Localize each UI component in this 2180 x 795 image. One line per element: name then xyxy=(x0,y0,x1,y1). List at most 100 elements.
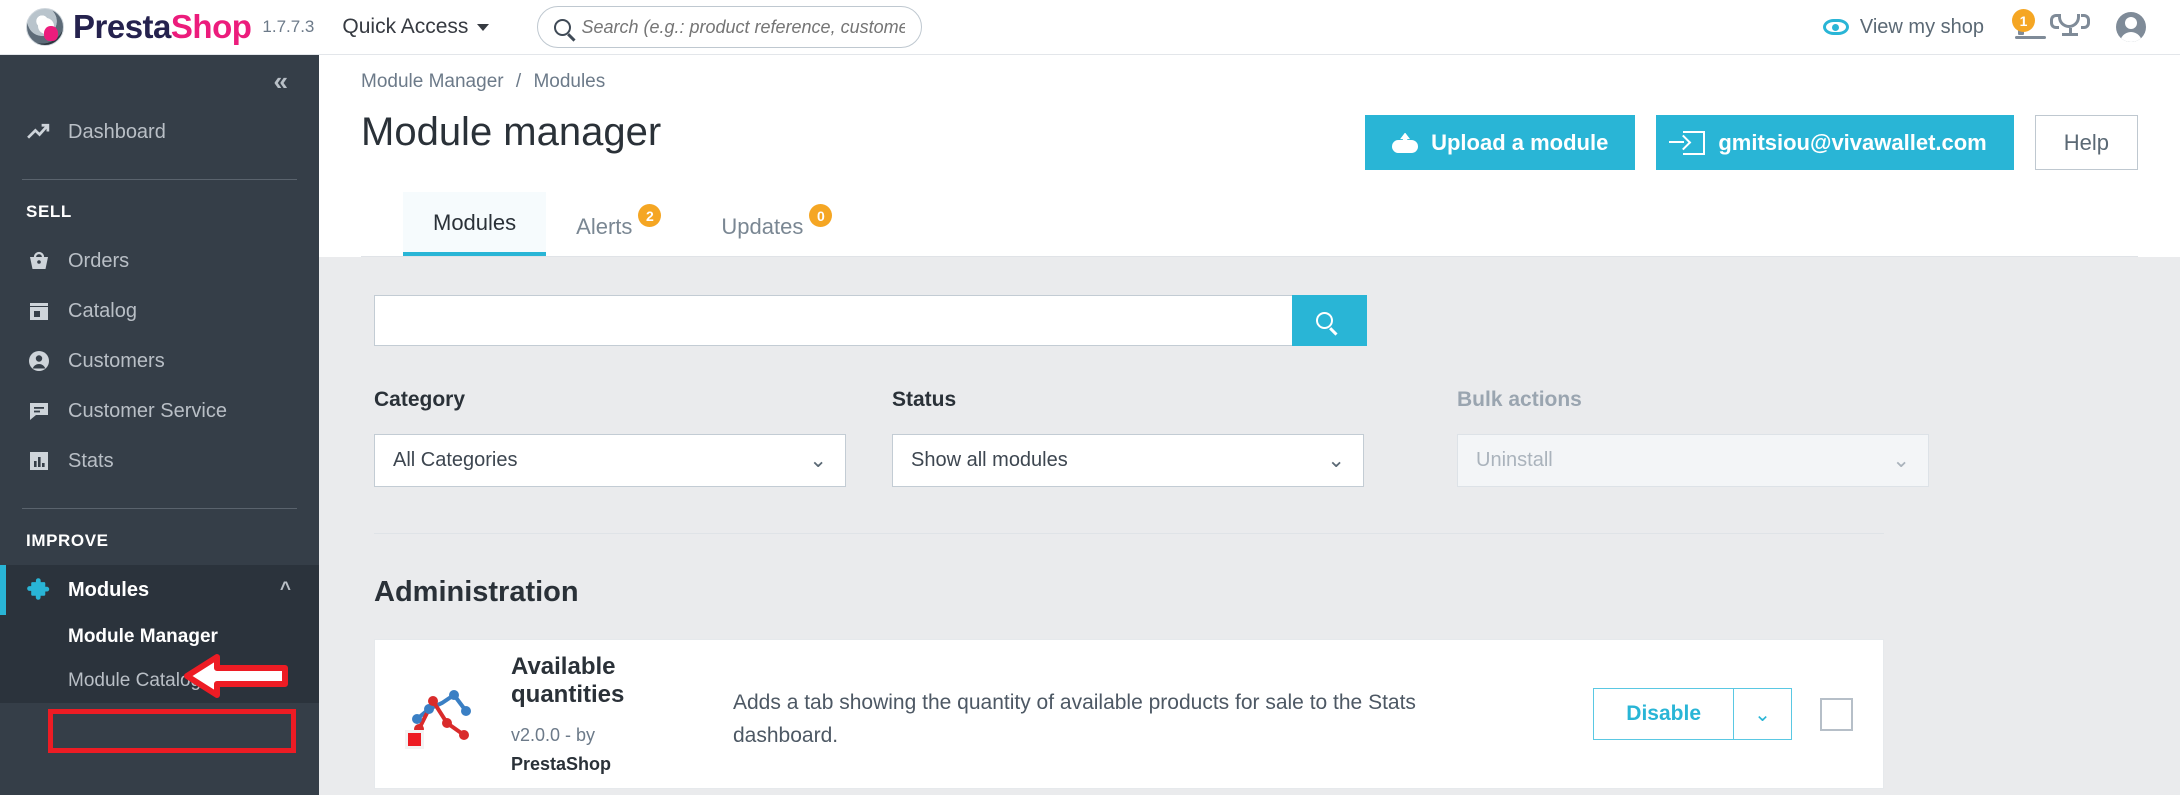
section-divider xyxy=(374,533,1884,534)
sidebar-item-label: Orders xyxy=(68,249,130,272)
store-icon xyxy=(26,299,51,324)
collapse-sidebar-icon[interactable]: « xyxy=(274,66,289,97)
status-filter-label: Status xyxy=(892,388,957,411)
help-button[interactable]: Help xyxy=(2034,115,2138,170)
chevron-down-icon xyxy=(477,23,490,31)
sidebar-item-customer-service[interactable]: Customer Service xyxy=(0,386,319,436)
chevron-down-icon: ⌄ xyxy=(809,449,827,472)
brand-shop-text: Shop xyxy=(170,8,252,45)
upload-module-button[interactable]: Upload a module xyxy=(1365,115,1636,170)
achievements-button[interactable] xyxy=(2058,14,2082,40)
sidebar-item-label: Modules xyxy=(68,578,150,601)
breadcrumb-separator: / xyxy=(515,71,522,92)
user-circle-icon xyxy=(26,349,51,374)
sidebar-group-sell: SELL xyxy=(26,202,72,221)
page-header: Module Manager / Modules Module manager … xyxy=(319,55,2180,257)
breadcrumb-current: Modules xyxy=(533,71,606,92)
version-label: 1.7.7.3 xyxy=(262,17,315,36)
bulk-actions-value: Uninstall xyxy=(1476,449,1553,471)
module-search-button[interactable] xyxy=(1292,295,1367,346)
module-version: v2.0.0 - by xyxy=(511,725,596,746)
page-title: Module manager xyxy=(361,110,662,154)
page-header-actions: Upload a module gmitsiou@vivawallet.com … xyxy=(1365,109,2138,170)
page-header-row: Module manager Upload a module gmitsiou@… xyxy=(361,109,2138,170)
top-navigation-bar: PrestaShop 1.7.7.3 Quick Access View my … xyxy=(0,0,2180,55)
trophy-icon xyxy=(2058,14,2080,28)
puzzle-piece-icon xyxy=(26,577,51,603)
upload-module-label: Upload a module xyxy=(1431,129,1609,155)
tab-badge: 2 xyxy=(638,204,662,227)
sign-in-icon xyxy=(1669,130,1706,155)
status-filter-select[interactable]: Show all modules ⌄ xyxy=(892,434,1364,487)
module-row: Available quantities v2.0.0 - by PrestaS… xyxy=(374,639,1884,789)
sidebar-item-label: Catalog xyxy=(68,299,137,322)
chat-icon xyxy=(26,399,51,424)
module-search-input[interactable] xyxy=(374,295,1292,346)
notifications-button[interactable]: 1 xyxy=(2012,9,2035,36)
module-search-row xyxy=(374,295,1367,346)
status-filter-group: Status Show all modules ⌄ xyxy=(892,388,1364,487)
cloud-upload-icon xyxy=(1392,133,1419,153)
tab-label: Updates xyxy=(721,214,804,239)
breadcrumb-parent[interactable]: Module Manager xyxy=(361,71,504,92)
account-login-button[interactable]: gmitsiou@vivawallet.com xyxy=(1656,115,2014,170)
trophy-base xyxy=(2062,33,2078,36)
sidebar-item-customers[interactable]: Customers xyxy=(0,336,319,386)
disable-module-button[interactable]: Disable xyxy=(1593,688,1734,740)
sidebar-divider xyxy=(22,508,297,509)
tab-label: Alerts xyxy=(576,214,633,239)
sidebar-item-modules[interactable]: Modules ^ xyxy=(0,565,319,615)
module-info: Available quantities v2.0.0 - by PrestaS… xyxy=(511,649,1593,779)
account-avatar-icon[interactable] xyxy=(2116,12,2146,42)
sidebar-item-dashboard[interactable]: Dashboard xyxy=(0,107,319,157)
sidebar-item-label: Customer Service xyxy=(68,399,227,422)
sidebar-item-stats[interactable]: Stats xyxy=(0,436,319,486)
prestashop-logo[interactable]: PrestaShop 1.7.7.3 xyxy=(26,8,314,46)
sidebar-item-label: Customers xyxy=(68,349,165,372)
category-filter-select[interactable]: All Categories ⌄ xyxy=(374,434,846,487)
category-filter-label: Category xyxy=(374,388,466,411)
sidebar-item-label: Stats xyxy=(68,449,114,472)
tab-updates[interactable]: Updates 0 xyxy=(691,196,862,256)
brand-wordmark: PrestaShop xyxy=(73,8,252,46)
sidebar-item-orders[interactable]: Orders xyxy=(0,236,319,286)
sidebar-subitem-label: Module Manager xyxy=(68,626,218,647)
tab-alerts[interactable]: Alerts 2 xyxy=(546,196,691,256)
search-icon xyxy=(1316,312,1333,329)
chevron-down-icon: ⌄ xyxy=(1327,449,1345,472)
sidebar-item-catalog[interactable]: Catalog xyxy=(0,286,319,336)
basket-icon xyxy=(26,249,51,274)
chevron-down-icon: ⌄ xyxy=(1892,449,1910,472)
module-description: Adds a tab showing the quantity of avail… xyxy=(733,691,1416,747)
module-author: PrestaShop xyxy=(511,750,733,779)
brand-presta-text: Presta xyxy=(73,8,171,45)
view-my-shop-link[interactable]: View my shop xyxy=(1822,16,1984,39)
chevron-up-icon: ^ xyxy=(279,579,291,600)
module-name[interactable]: Available quantities xyxy=(511,653,733,709)
account-label: gmitsiou@vivawallet.com xyxy=(1718,129,1987,155)
quick-access-menu[interactable]: Quick Access xyxy=(342,15,490,39)
main-content: Module Manager / Modules Module manager … xyxy=(319,55,2180,795)
module-action-dropdown-toggle[interactable]: ⌄ xyxy=(1734,688,1792,740)
tab-badge: 0 xyxy=(809,204,833,227)
module-manager-tabs: Modules Alerts 2 Updates 0 xyxy=(361,192,2138,257)
annotation-arrow-to-modules xyxy=(184,654,288,698)
category-filter-group: Category All Categories ⌄ xyxy=(374,388,846,487)
bulk-actions-group: Bulk actions Uninstall ⌄ xyxy=(1457,388,1929,487)
bulk-actions-label: Bulk actions xyxy=(1457,388,1582,411)
global-search-input[interactable] xyxy=(581,16,906,38)
tab-modules[interactable]: Modules xyxy=(403,192,547,256)
module-select-checkbox[interactable] xyxy=(1820,697,1853,731)
global-search-box[interactable] xyxy=(537,6,923,48)
module-filters: Category All Categories ⌄ Status Show al… xyxy=(374,388,2125,487)
bulk-actions-select: Uninstall ⌄ xyxy=(1457,434,1929,487)
prestashop-admin-page: PrestaShop 1.7.7.3 Quick Access View my … xyxy=(0,0,2180,795)
eye-icon xyxy=(1822,19,1849,35)
breadcrumb: Module Manager / Modules xyxy=(361,71,2138,93)
module-action-split-button: Disable ⌄ xyxy=(1593,688,1792,740)
sidebar-collapse-row: « xyxy=(0,55,319,107)
annotation-square-marker xyxy=(405,730,424,749)
module-meta-block: Available quantities v2.0.0 - by PrestaS… xyxy=(511,653,733,779)
sidebar-group-improve: IMPROVE xyxy=(26,531,109,550)
prestashop-mascot-icon xyxy=(26,8,64,46)
